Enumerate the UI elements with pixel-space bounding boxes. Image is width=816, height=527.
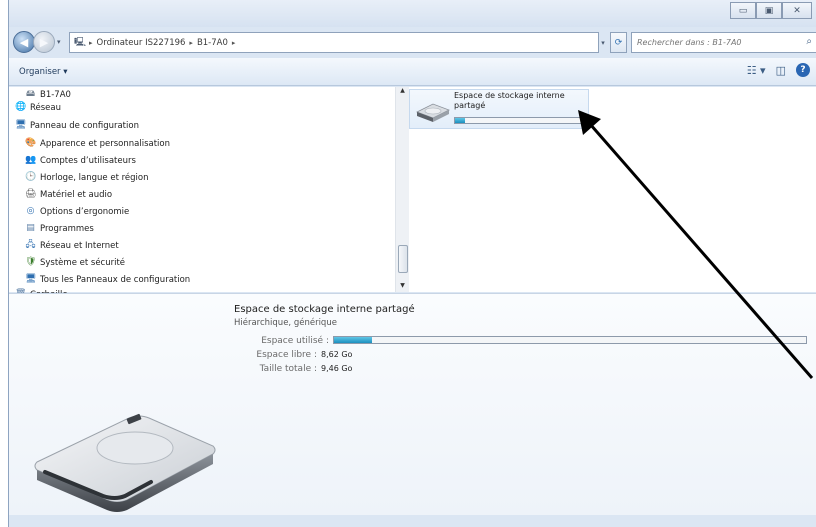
arrow-shaft (588, 123, 814, 379)
annotation-arrow (578, 110, 814, 379)
